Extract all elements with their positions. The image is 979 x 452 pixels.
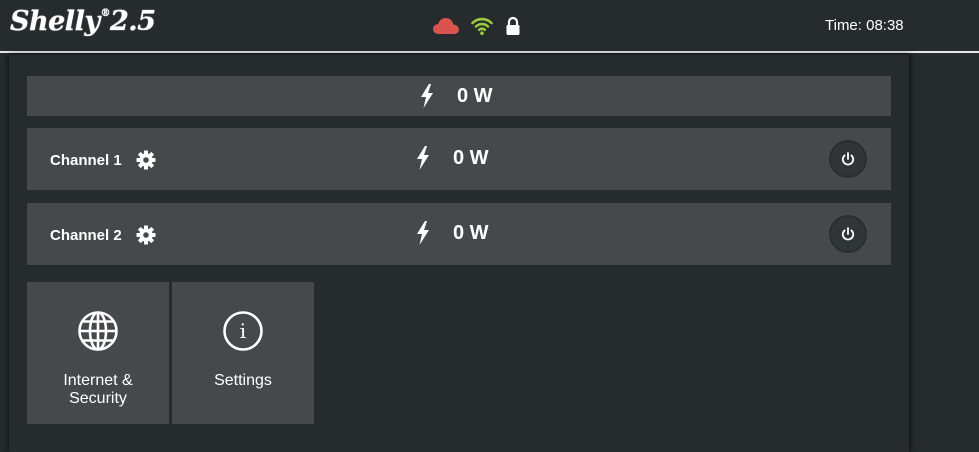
svg-text:i: i	[240, 319, 246, 343]
channel-1-label: Channel 1	[50, 150, 156, 170]
channel-1-power-button[interactable]	[829, 140, 867, 178]
settings-label: Settings	[214, 372, 272, 389]
channel-1-power: 0 W	[415, 146, 489, 170]
internet-security-label: Internet & Security	[63, 372, 133, 407]
lightning-icon	[419, 84, 435, 108]
main-panel: 0 W Channel 1 0 W Channel 2 0 W Internet…	[9, 55, 909, 452]
total-power: 0 W	[419, 84, 493, 108]
wifi-icon[interactable]	[471, 16, 493, 36]
channel-2-power: 0 W	[415, 221, 489, 245]
lock-icon[interactable]	[505, 16, 521, 36]
gear-icon[interactable]	[136, 150, 156, 170]
channel-row-1: Channel 1 0 W	[27, 128, 891, 190]
channel-row-2: Channel 2 0 W	[27, 203, 891, 265]
globe-icon	[77, 310, 119, 352]
shelly-logo: Shelly®2.5	[10, 6, 156, 37]
total-power-value: 0 W	[457, 84, 493, 107]
lightning-icon	[415, 221, 431, 245]
gear-icon[interactable]	[136, 225, 156, 245]
channel-1-power-value: 0 W	[453, 146, 489, 169]
top-bar: Shelly®2.5 Time: 08:38	[0, 0, 979, 53]
power-icon	[841, 227, 855, 241]
status-icons	[433, 13, 521, 39]
cloud-icon[interactable]	[433, 17, 459, 35]
channel-2-label: Channel 2	[50, 225, 156, 245]
total-power-row: 0 W	[27, 76, 891, 116]
internet-security-tile[interactable]: Internet & Security	[27, 282, 169, 424]
channel-2-power-value: 0 W	[453, 221, 489, 244]
power-icon	[841, 152, 855, 166]
time-display: Time: 08:38	[825, 17, 904, 34]
lightning-icon	[415, 146, 431, 170]
info-icon: i	[222, 310, 264, 352]
channel-2-power-button[interactable]	[829, 215, 867, 253]
settings-tile[interactable]: i Settings	[172, 282, 314, 424]
